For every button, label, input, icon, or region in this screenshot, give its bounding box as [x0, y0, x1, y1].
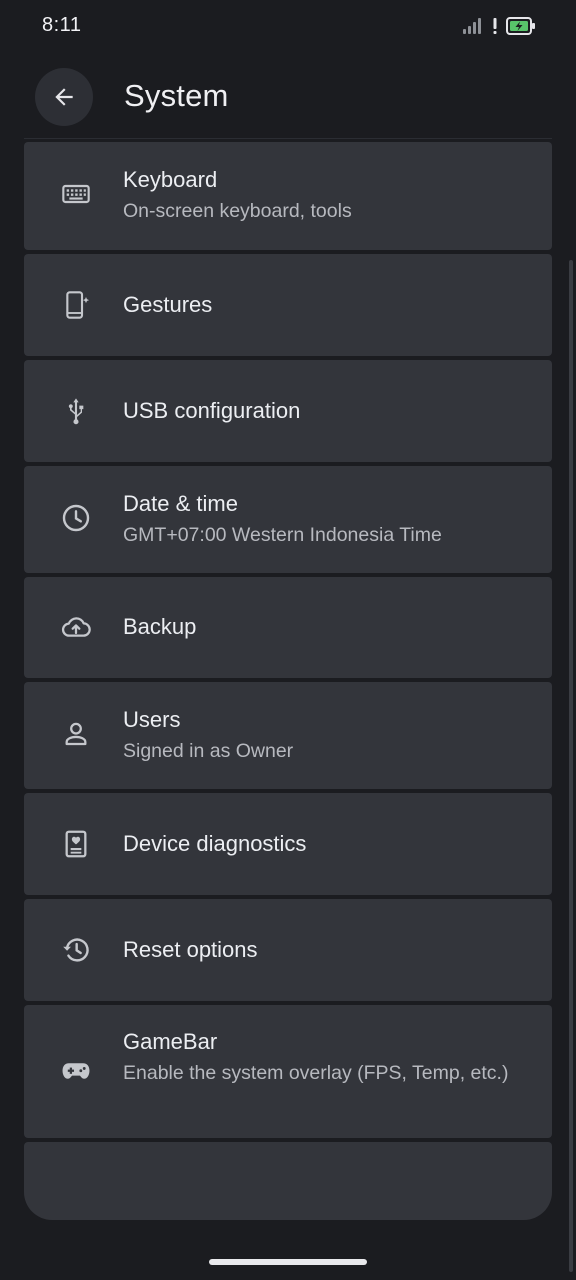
settings-item-title: Reset options — [123, 937, 258, 962]
page-title: System — [124, 78, 229, 113]
status-bar: 8:11 — [0, 0, 576, 56]
battery-charging-icon — [506, 17, 536, 35]
history-icon — [58, 932, 94, 968]
settings-item-backup[interactable]: Backup — [24, 577, 552, 678]
settings-item-title: GameBar — [123, 1029, 218, 1054]
settings-item-text: USB configuration — [123, 397, 512, 425]
header-divider — [24, 138, 552, 139]
settings-item-text: Date & time GMT+07:00 Western Indonesia … — [123, 490, 512, 548]
usb-icon — [58, 393, 94, 429]
settings-item-text: Gestures — [123, 291, 512, 319]
settings-item-text: GameBar Enable the system overlay (FPS, … — [123, 1028, 512, 1086]
settings-item-title: Backup — [123, 614, 197, 639]
diagnostics-icon — [58, 826, 94, 862]
scrollbar[interactable] — [569, 260, 573, 1272]
settings-item-reset-options[interactable]: Reset options — [24, 899, 552, 1001]
status-icons — [462, 17, 536, 35]
arrow-back-icon — [51, 84, 77, 110]
person-icon — [58, 716, 94, 752]
settings-item-gamebar[interactable]: GameBar Enable the system overlay (FPS, … — [24, 1005, 552, 1138]
keyboard-icon — [58, 176, 94, 212]
settings-item-title: Keyboard — [123, 167, 218, 192]
signal-icon — [462, 17, 484, 35]
settings-item-usb[interactable]: USB configuration — [24, 360, 552, 462]
settings-item-text: Keyboard On-screen keyboard, tools — [123, 166, 512, 224]
list-footer-card — [24, 1142, 552, 1220]
back-button[interactable] — [35, 68, 93, 126]
home-indicator[interactable] — [209, 1259, 367, 1265]
settings-item-subtitle: On-screen keyboard, tools — [123, 200, 352, 222]
settings-item-gestures[interactable]: Gestures — [24, 254, 552, 356]
status-time: 8:11 — [42, 14, 82, 36]
settings-item-text: Device diagnostics — [123, 830, 512, 858]
settings-item-title: Date & time — [123, 491, 238, 516]
alert-icon — [492, 17, 498, 35]
settings-item-text: Backup — [123, 613, 512, 641]
clock-icon — [58, 500, 94, 536]
settings-item-title: USB configuration — [123, 398, 301, 423]
settings-item-subtitle: GMT+07:00 Western Indonesia Time — [123, 524, 442, 546]
settings-item-title: Users — [123, 707, 181, 732]
settings-item-users[interactable]: Users Signed in as Owner — [24, 682, 552, 789]
settings-item-keyboard[interactable]: Keyboard On-screen keyboard, tools — [24, 142, 552, 250]
settings-item-subtitle: Signed in as Owner — [123, 740, 294, 762]
settings-item-date-time[interactable]: Date & time GMT+07:00 Western Indonesia … — [24, 466, 552, 573]
settings-item-title: Gestures — [123, 292, 213, 317]
settings-item-device-diagnostics[interactable]: Device diagnostics — [24, 793, 552, 895]
settings-item-title: Device diagnostics — [123, 831, 307, 856]
settings-item-subtitle: Enable the system overlay (FPS, Temp, et… — [123, 1062, 509, 1084]
cloud-upload-icon — [58, 609, 94, 645]
gamepad-icon — [58, 1053, 94, 1089]
settings-item-text: Reset options — [123, 936, 512, 964]
gestures-icon — [58, 287, 94, 323]
settings-item-text: Users Signed in as Owner — [123, 706, 512, 764]
app-bar: System — [0, 56, 576, 140]
